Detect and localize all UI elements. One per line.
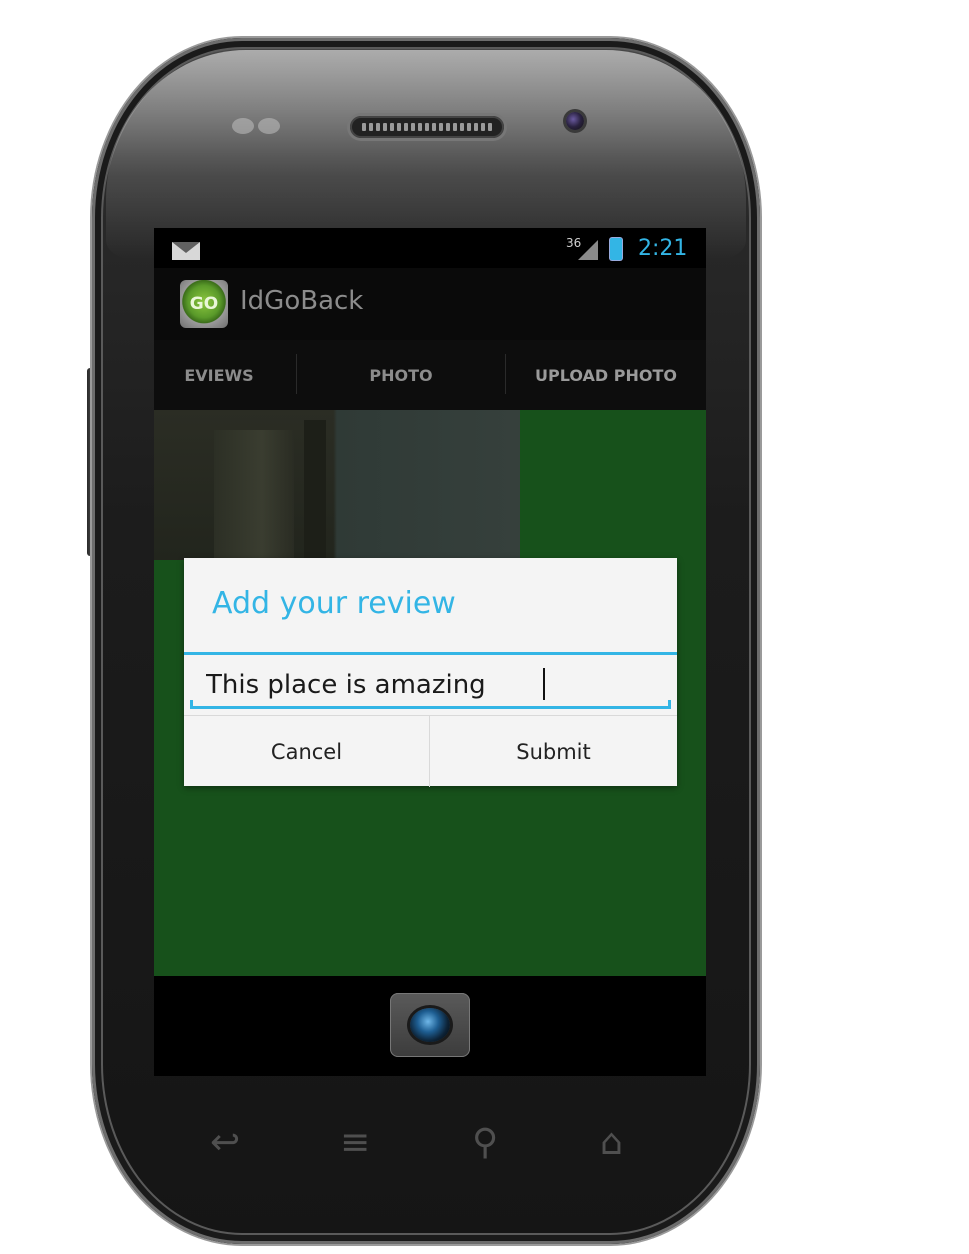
app-icon[interactable]: GO [180, 280, 228, 328]
camera-button[interactable] [390, 993, 470, 1057]
earpiece-speaker [350, 116, 504, 138]
sensor [232, 118, 254, 134]
device-screen: 36 2:21 GO IdGoBack EVIEWS PHOTO UPLOAD … [154, 228, 706, 1076]
submit-button[interactable]: Submit [430, 716, 677, 787]
tab-bar: EVIEWS PHOTO UPLOAD PHOTO [154, 340, 706, 519]
camera-icon [410, 1008, 450, 1042]
tab-upload-photo[interactable]: UPLOAD PHOTO [506, 340, 706, 410]
front-camera [566, 112, 584, 130]
text-cursor [543, 668, 545, 700]
photo-preview[interactable] [154, 410, 520, 560]
status-bar: 36 2:21 [154, 228, 706, 268]
bottom-bar [154, 976, 706, 1076]
battery-icon [610, 238, 622, 260]
sensor [258, 118, 280, 134]
mail-icon [172, 242, 200, 260]
dialog-button-bar: Cancel Submit [184, 715, 677, 787]
input-underline [190, 700, 671, 709]
tab-photo[interactable]: PHOTO [297, 340, 505, 410]
review-dialog: Add your review Cancel Submit [184, 558, 677, 787]
action-bar: GO IdGoBack [154, 268, 706, 340]
app-title: IdGoBack [240, 286, 364, 316]
status-time: 2:21 [638, 236, 688, 261]
hardware-keys: ↩ ≡ ⚲ ⌂ [200, 1122, 660, 1172]
dialog-title: Add your review [212, 586, 456, 621]
tab-reviews[interactable]: EVIEWS [154, 340, 296, 410]
home-icon[interactable]: ⌂ [600, 1122, 623, 1163]
back-icon[interactable]: ↩ [210, 1122, 240, 1163]
signal-icon [578, 240, 598, 260]
cancel-button[interactable]: Cancel [184, 716, 429, 787]
menu-icon[interactable]: ≡ [340, 1122, 370, 1163]
search-icon[interactable]: ⚲ [472, 1122, 498, 1163]
dialog-title-divider [184, 652, 677, 655]
review-input[interactable] [190, 658, 671, 712]
